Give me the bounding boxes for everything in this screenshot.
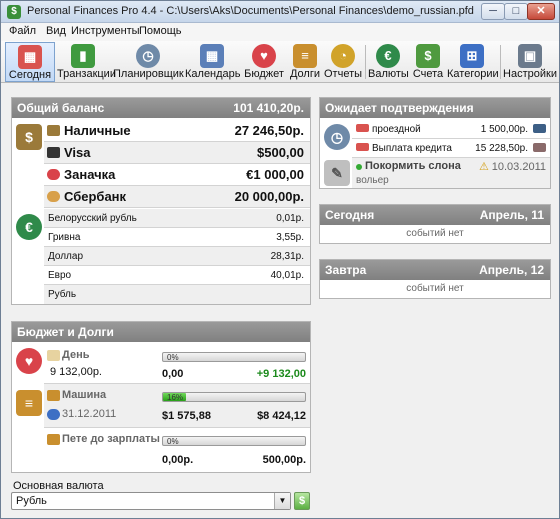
base-currency-select[interactable]: Рубль ▼: [11, 492, 291, 510]
toolbar-accounts-button[interactable]: $ Счета: [411, 42, 445, 82]
budget-progress-bar: 0%: [162, 352, 306, 362]
piggy-bank-icon: ♥: [252, 44, 276, 68]
minimize-button[interactable]: ─: [481, 3, 505, 20]
menu-help[interactable]: Помощь: [139, 25, 182, 37]
window-title: Personal Finances Pro 4.4 - C:\Users\Aks…: [27, 5, 474, 17]
pending-title: Ожидает подтверждения: [325, 101, 474, 115]
menu-file[interactable]: Файл: [9, 25, 36, 37]
account-row[interactable]: Заначка €1 000,00: [44, 164, 310, 186]
calendar-today-icon: ▦: [18, 45, 42, 69]
pending-row[interactable]: Выплата кредита 15 228,50р.: [352, 139, 550, 158]
wallet-icon: [47, 125, 60, 136]
toolbar-today-button[interactable]: ▦ Сегодня: [5, 42, 55, 82]
toolbar-settings-button[interactable]: ▣ Настройки: [503, 42, 557, 82]
card-icon: [533, 124, 546, 133]
categories-tree-icon: ⊞: [460, 44, 484, 68]
chevron-down-icon[interactable]: ▼: [274, 493, 290, 509]
minus-icon: [356, 124, 369, 132]
budget-panel: Бюджет и Долги ♥ День 9 132,00р. 0% 0,00…: [11, 321, 311, 473]
currency-refresh-icon[interactable]: $: [294, 492, 310, 510]
today-date: Апрель, 11: [479, 208, 544, 222]
piggy-bank-icon: [47, 169, 60, 180]
rate-row[interactable]: Доллар 28,31р.: [44, 247, 310, 266]
toolbar-debts-button[interactable]: ≡ Долги: [288, 42, 322, 82]
budget-item[interactable]: Пете до зарплаты 0% 0,00р. 500,00р.: [44, 428, 310, 472]
settings-computer-icon: ▣: [518, 44, 542, 68]
notepad-icon: ✎: [324, 160, 350, 186]
toolbar-transactions-button[interactable]: ▮ Транзакции: [57, 42, 116, 82]
warning-icon: ⚠: [479, 161, 489, 173]
toolbar-budget-button[interactable]: ♥ Бюджет: [241, 42, 287, 82]
rate-row[interactable]: Гривна 3,55р.: [44, 228, 310, 247]
app-window: $ Personal Finances Pro 4.4 - C:\Users\A…: [0, 0, 560, 519]
wallet-group-icon: $: [16, 124, 42, 150]
today-panel: Сегодня Апрель, 11 событий нет: [319, 204, 551, 244]
task-row[interactable]: Покормить слона ⚠ 10.03.2011 вольер: [352, 158, 550, 188]
toolbar-categories-button[interactable]: ⊞ Категории: [447, 42, 499, 82]
money-stack-icon: ≡: [293, 44, 317, 68]
clock-icon: ◷: [136, 44, 160, 68]
minus-icon: [356, 143, 369, 151]
currency-exchange-icon: €: [376, 44, 400, 68]
toolbar-reports-button[interactable]: ◔ Отчеты: [324, 42, 362, 82]
pie-chart-icon: ◔: [331, 44, 355, 68]
clock-icon: [47, 409, 60, 420]
close-button[interactable]: ✕: [527, 3, 555, 20]
toolbar-currencies-button[interactable]: € Валюты: [368, 42, 409, 82]
app-logo-icon: $: [7, 5, 21, 19]
credit-card-icon: [47, 147, 60, 158]
toolbar-separator: [500, 45, 501, 79]
tomorrow-empty-text: событий нет: [406, 283, 464, 294]
currency-exchange-icon: €: [16, 214, 42, 240]
tomorrow-date: Апрель, 12: [479, 263, 544, 277]
tomorrow-header: Завтра Апрель, 12: [320, 260, 550, 280]
tomorrow-title: Завтра: [325, 263, 367, 277]
balance-total: 101 410,20р.: [233, 101, 304, 115]
rate-row[interactable]: Рубль: [44, 285, 310, 304]
pending-header: Ожидает подтверждения: [320, 98, 550, 118]
base-currency-label: Основная валюта: [13, 480, 104, 492]
menu-tools[interactable]: Инструменты: [71, 25, 140, 37]
today-empty-text: событий нет: [406, 228, 464, 239]
toolbar-calendar-button[interactable]: ▦ Календарь: [185, 42, 241, 82]
money-stack-icon: ≡: [16, 390, 42, 416]
today-title: Сегодня: [325, 208, 375, 222]
tomorrow-panel: Завтра Апрель, 12 событий нет: [319, 259, 551, 299]
coin-icon: [47, 191, 60, 202]
balance-header: Общий баланс 101 410,20р.: [12, 98, 310, 118]
banknotes-icon: $: [416, 44, 440, 68]
maximize-button[interactable]: □: [504, 3, 528, 20]
menu-view[interactable]: Вид: [46, 25, 66, 37]
toolbar-separator: [365, 45, 366, 79]
envelope-icon: [47, 350, 60, 361]
today-header: Сегодня Апрель, 11: [320, 205, 550, 225]
budget-progress-bar: 0%: [162, 436, 306, 446]
budget-item[interactable]: День 9 132,00р. 0% 0,00 +9 132,00: [44, 344, 310, 384]
title-bar[interactable]: $ Personal Finances Pro 4.4 - C:\Users\A…: [1, 1, 559, 23]
account-row[interactable]: Сбербанк 20 000,00р.: [44, 186, 310, 208]
piggy-bank-icon: ♥: [16, 348, 42, 374]
budget-title: Бюджет и Долги: [17, 325, 114, 339]
menu-bar: Файл Вид Инструменты Помощь: [1, 23, 559, 41]
eraser-icon: [533, 143, 546, 152]
clock-icon: ◷: [324, 124, 350, 150]
book-icon: ▮: [71, 44, 95, 68]
rate-row[interactable]: Евро 40,01р.: [44, 266, 310, 285]
status-dot-icon: [356, 164, 362, 170]
budget-item[interactable]: Машина 31.12.2011 16% $1 575,88 $8 424,1…: [44, 384, 310, 428]
pending-panel: Ожидает подтверждения ◷ проездной 1 500,…: [319, 97, 551, 189]
account-row[interactable]: Visa $500,00: [44, 142, 310, 164]
balance-title: Общий баланс: [17, 101, 105, 115]
budget-progress-bar: 16%: [162, 392, 306, 402]
main-toolbar: ▦ Сегодня ▮ Транзакции ◷ Планировщик ▦ К…: [1, 41, 559, 83]
budget-header: Бюджет и Долги: [12, 322, 310, 342]
pending-row[interactable]: проездной 1 500,00р.: [352, 120, 550, 139]
money-stack-icon: [47, 390, 60, 401]
rate-row[interactable]: Белорусский рубль 0,01р.: [44, 209, 310, 228]
money-stack-icon: [47, 434, 60, 445]
balance-panel: Общий баланс 101 410,20р. $ Наличные 27 …: [11, 97, 311, 305]
calendar-icon: ▦: [200, 44, 224, 68]
account-row[interactable]: Наличные 27 246,50р.: [44, 120, 310, 142]
toolbar-scheduler-button[interactable]: ◷ Планировщик: [113, 42, 184, 82]
